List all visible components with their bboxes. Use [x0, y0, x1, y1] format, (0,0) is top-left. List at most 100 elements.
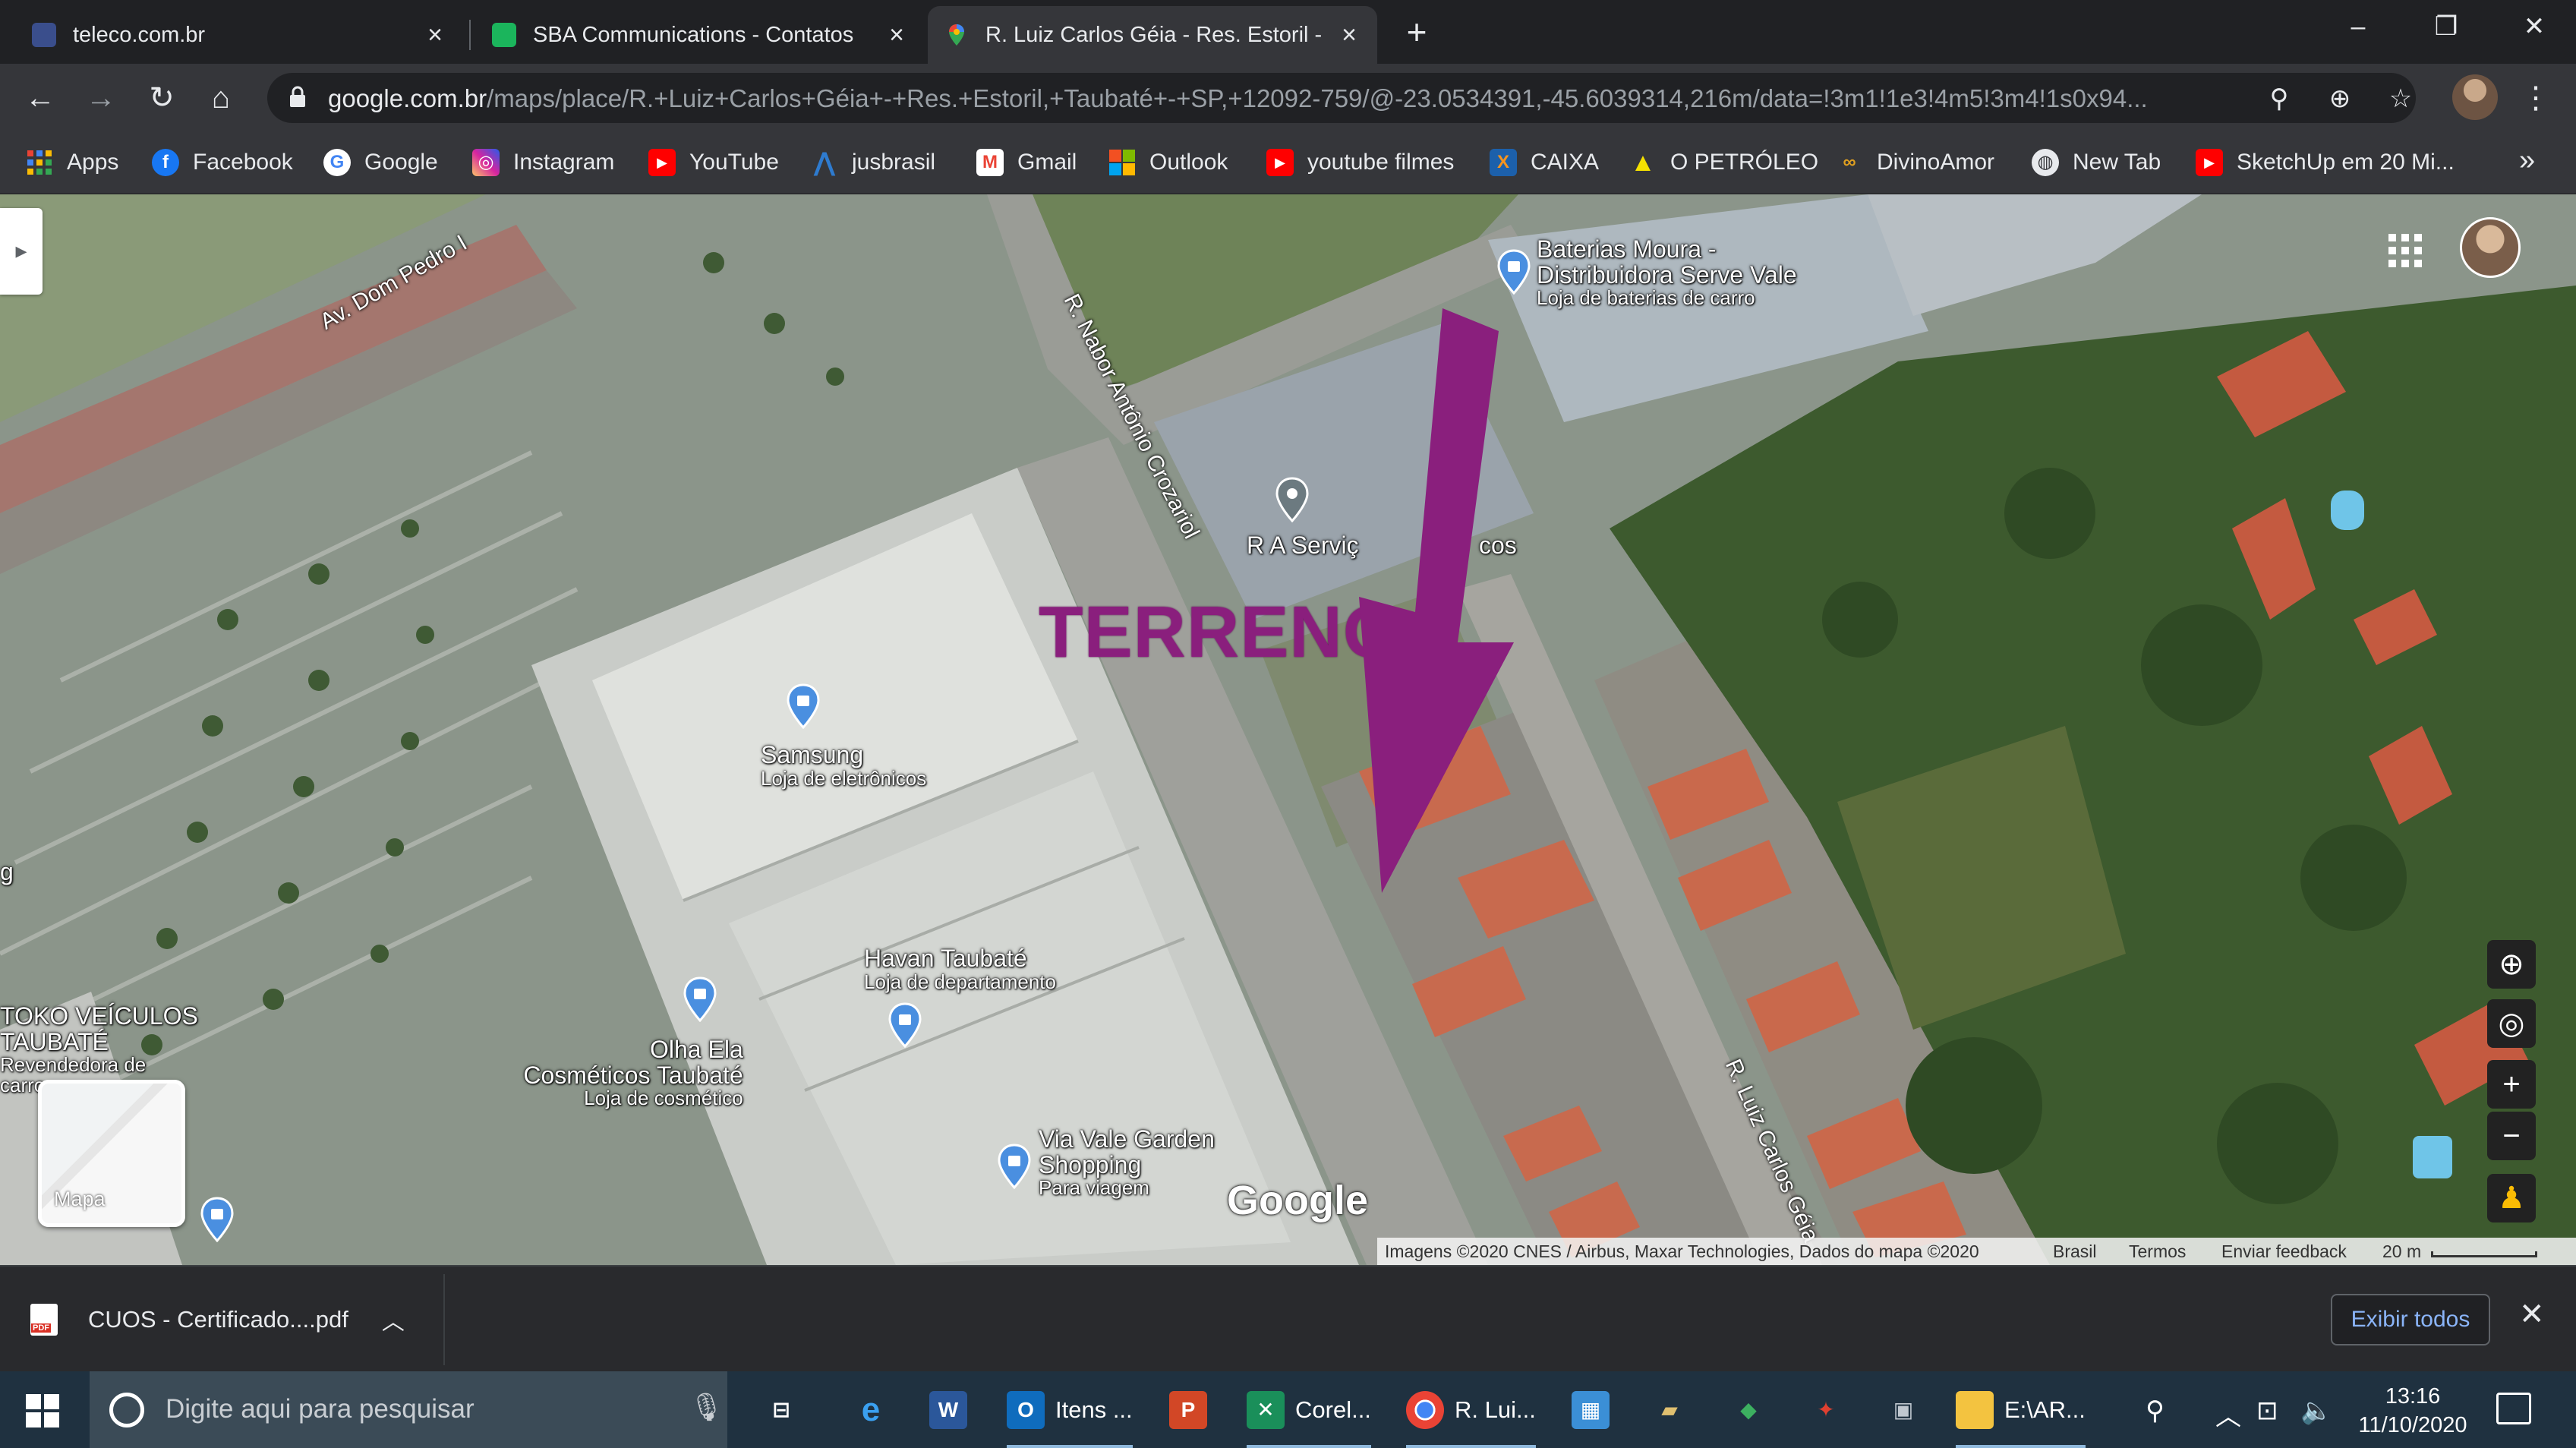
chevron-up-icon[interactable]: ︿ — [2215, 1396, 2241, 1433]
app-icon: ✦ — [1817, 1398, 1835, 1421]
bookmark-star-icon[interactable]: ☆ — [2384, 82, 2417, 115]
close-icon[interactable]: ✕ — [2519, 1297, 2545, 1332]
map-pin-icon[interactable] — [1274, 477, 1310, 522]
bookmark-instagram[interactable]: ◎ Instagram — [472, 144, 614, 181]
divino-icon: ∞ — [1843, 152, 1856, 172]
google-apps-icon[interactable] — [2388, 234, 2422, 267]
place-baterias-moura[interactable]: Baterias Moura - Distribuidora Serve Val… — [1537, 236, 1797, 308]
volume-icon[interactable]: 🔈 — [2300, 1396, 2332, 1426]
taskbar-app-3[interactable]: ◆ — [1729, 1382, 1778, 1438]
taskbar-search[interactable]: Digite aqui para pesquisar 🎙 — [90, 1371, 727, 1448]
terms-link[interactable]: Termos — [2129, 1241, 2186, 1262]
task-view-button[interactable]: ⊟ — [762, 1382, 811, 1438]
place-via-vale[interactable]: Via Vale Garden Shopping Para viagem — [1039, 1126, 1215, 1198]
feedback-link[interactable]: Enviar feedback — [2221, 1241, 2347, 1262]
satellite-map[interactable]: ▸ Av. Dom Pedro I R. Nabor Antônio Croza… — [0, 194, 2576, 1265]
bookmark-outlook[interactable]: Outlook — [1108, 144, 1228, 181]
taskbar-outlook[interactable]: O Itens ... — [1007, 1382, 1133, 1448]
zoom-in-button[interactable]: + — [2487, 1060, 2536, 1109]
scale-label[interactable]: 20 m — [2382, 1241, 2421, 1262]
close-icon[interactable]: × — [1338, 21, 1361, 50]
place-havan[interactable]: Havan Taubaté Loja de departamento — [864, 945, 1056, 992]
bookmark-label: YouTube — [689, 150, 779, 175]
bookmark-gmail[interactable]: M Gmail — [976, 144, 1077, 181]
map-layer-toggle[interactable]: Mapa — [38, 1080, 185, 1227]
install-app-icon[interactable]: ⊕ — [2323, 82, 2357, 115]
map-pin-icon[interactable] — [199, 1197, 235, 1242]
bookmark-jusbrasil[interactable]: ⋀ jusbrasil — [811, 144, 935, 181]
zoom-out-button[interactable]: − — [2487, 1112, 2536, 1160]
reload-button[interactable]: ↻ — [138, 74, 185, 121]
chevron-up-icon[interactable]: ︿ — [382, 1303, 405, 1336]
close-icon[interactable]: × — [424, 21, 446, 50]
tab-teleco[interactable]: teleco.com.br × — [15, 6, 463, 64]
bookmark-label: Facebook — [193, 150, 293, 175]
forward-button[interactable]: → — [77, 74, 125, 121]
taskbar-clock[interactable]: 13:16 11/10/2020 — [2352, 1382, 2474, 1440]
map-pin-icon[interactable] — [996, 1144, 1033, 1189]
bookmark-apps[interactable]: Apps — [26, 144, 118, 181]
bookmark-label: CAIXA — [1531, 150, 1600, 175]
taskbar-chrome[interactable]: R. Lui... — [1406, 1382, 1536, 1448]
place-samsung[interactable]: Samsung Loja de eletrônicos — [761, 742, 926, 789]
show-all-button[interactable]: Exibir todos — [2331, 1294, 2490, 1345]
pegman-icon[interactable]: ♟ — [2487, 1174, 2536, 1222]
bookmark-youtube-filmes[interactable]: ▶ youtube filmes — [1266, 144, 1454, 181]
map-pin-icon[interactable] — [785, 683, 821, 729]
account-avatar[interactable] — [2460, 217, 2521, 278]
restore-button[interactable]: ❐ — [2407, 0, 2486, 53]
taskbar-word[interactable]: W — [929, 1382, 978, 1438]
microphone-icon[interactable]: 🎙 — [689, 1391, 724, 1423]
bookmark-youtube[interactable]: ▶ YouTube — [648, 144, 779, 181]
notification-icon[interactable] — [2496, 1393, 2531, 1424]
place-olha-ela[interactable]: Olha Ela Cosméticos Taubaté Loja de cosm… — [501, 1036, 743, 1109]
expand-side-panel-button[interactable]: ▸ — [0, 208, 43, 295]
address-bar[interactable]: google.com.br/maps/place/R.+Luiz+Carlos+… — [267, 73, 2416, 123]
bookmark-label: Instagram — [513, 150, 615, 175]
location-pin-icon[interactable]: ⚲ — [2262, 82, 2296, 115]
close-window-button[interactable]: ✕ — [2495, 0, 2574, 53]
taskbar-powerpoint[interactable]: P — [1169, 1382, 1218, 1438]
my-location-button[interactable]: ◎ — [2487, 999, 2536, 1048]
bookmark-label: SketchUp em 20 Mi... — [2237, 150, 2455, 175]
menu-kebab-icon[interactable]: ⋮ — [2519, 74, 2552, 121]
tab-maps[interactable]: R. Luiz Carlos Géia - Res. Estoril - × — [928, 6, 1377, 64]
close-icon[interactable]: × — [885, 21, 908, 50]
bookmark-label: New Tab — [2073, 150, 2161, 175]
home-button[interactable]: ⌂ — [197, 74, 244, 121]
whatsapp-favicon-icon — [492, 23, 516, 47]
profile-avatar[interactable] — [2452, 74, 2498, 120]
google-maps-favicon-icon — [949, 24, 964, 46]
people-icon[interactable]: ⚲ — [2146, 1396, 2165, 1426]
taskbar-app-1[interactable]: ▦ — [1572, 1382, 1620, 1438]
bookmark-facebook[interactable]: f Facebook — [152, 144, 293, 181]
app-icon: ▰ — [1661, 1398, 1678, 1421]
globe-view-button[interactable]: ⊕ — [2487, 940, 2536, 989]
taskbar-explorer[interactable]: E:\AR... — [1956, 1382, 2086, 1448]
map-pin-icon[interactable] — [682, 976, 718, 1022]
taskbar-corel[interactable]: ✕ Corel... — [1247, 1382, 1371, 1448]
download-item[interactable]: CUOS - Certificado....pdf ︿ — [30, 1297, 405, 1342]
more-bookmarks-icon[interactable]: » — [2519, 144, 2535, 177]
new-tab-button[interactable]: + — [1395, 11, 1438, 53]
bookmark-o-petroleo[interactable]: ▲ O PETRÓLEO — [1629, 144, 1818, 181]
bookmark-divinoamor[interactable]: ∞ DivinoAmor — [1836, 144, 1994, 181]
network-icon[interactable]: ⊡ — [2256, 1396, 2278, 1426]
bookmark-google[interactable]: G Google — [323, 144, 438, 181]
taskbar-app-4[interactable]: ✦ — [1807, 1382, 1856, 1438]
minimize-button[interactable]: – — [2319, 0, 2398, 53]
map-pin-icon[interactable] — [1496, 249, 1532, 295]
back-button[interactable]: ← — [17, 74, 64, 121]
country-link[interactable]: Brasil — [2053, 1241, 2097, 1262]
bookmark-new-tab[interactable]: ◍ New Tab — [2032, 144, 2161, 181]
place-name: Shopping — [1039, 1150, 1142, 1178]
taskbar-app-5[interactable]: ▣ — [1884, 1382, 1933, 1438]
bookmark-caixa[interactable]: X CAIXA — [1490, 144, 1599, 181]
taskbar-edge[interactable]: e — [852, 1382, 900, 1438]
bookmark-sketchup[interactable]: ▶ SketchUp em 20 Mi... — [2196, 144, 2455, 181]
taskbar-app-2[interactable]: ▰ — [1651, 1382, 1699, 1438]
windows-start-icon[interactable] — [26, 1394, 59, 1427]
map-pin-icon[interactable] — [887, 1002, 923, 1048]
bookmark-label: jusbrasil — [852, 150, 936, 175]
tab-sba[interactable]: SBA Communications - Contatos × — [475, 6, 925, 64]
